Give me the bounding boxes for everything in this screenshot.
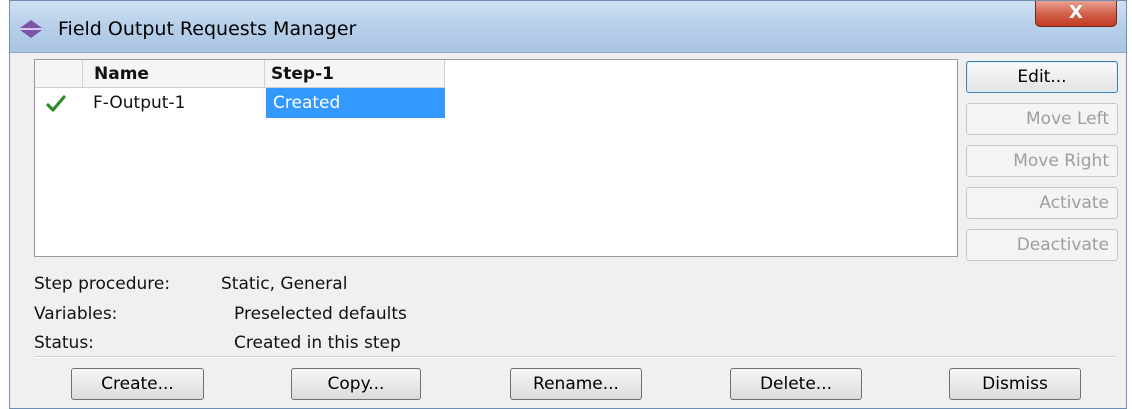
window-title: Field Output Requests Manager (58, 18, 357, 40)
table-header-name[interactable]: Name (83, 60, 265, 88)
status-value: Created in this step (234, 333, 401, 353)
variables-label: Variables: (34, 304, 118, 324)
dismiss-button[interactable]: Dismiss (949, 368, 1081, 400)
status-label: Status: (34, 333, 94, 353)
step-procedure-label: Step procedure: (34, 274, 171, 294)
move-left-button[interactable]: Move Left (966, 103, 1118, 135)
table-header-status (35, 60, 83, 88)
checkmark-icon (45, 94, 67, 114)
close-icon: X (1069, 2, 1083, 23)
double-arrow-icon (18, 19, 44, 39)
field-output-requests-manager-dialog: Field Output Requests Manager X Name Ste… (9, 0, 1127, 409)
move-right-button[interactable]: Move Right (966, 145, 1118, 177)
delete-button[interactable]: Delete... (730, 368, 862, 400)
step-procedure-value: Static, General (221, 274, 348, 294)
activate-button[interactable]: Activate (966, 187, 1118, 219)
rename-button[interactable]: Rename... (510, 368, 642, 400)
output-requests-table[interactable]: Name Step-1 F-Output-1 Created (34, 59, 958, 257)
table-header-step-1[interactable]: Step-1 (265, 60, 445, 88)
copy-button[interactable]: Copy... (291, 368, 421, 400)
variables-value: Preselected defaults (234, 304, 407, 324)
create-button[interactable]: Create... (71, 368, 204, 400)
table-cell-step-1[interactable]: Created (266, 88, 445, 118)
edit-button[interactable]: Edit... (966, 61, 1118, 93)
deactivate-button[interactable]: Deactivate (966, 229, 1118, 261)
separator (34, 356, 1116, 358)
title-bar[interactable]: Field Output Requests Manager X (10, 1, 1126, 53)
close-button[interactable]: X (1035, 1, 1117, 27)
table-cell-name[interactable]: F-Output-1 (83, 88, 265, 118)
